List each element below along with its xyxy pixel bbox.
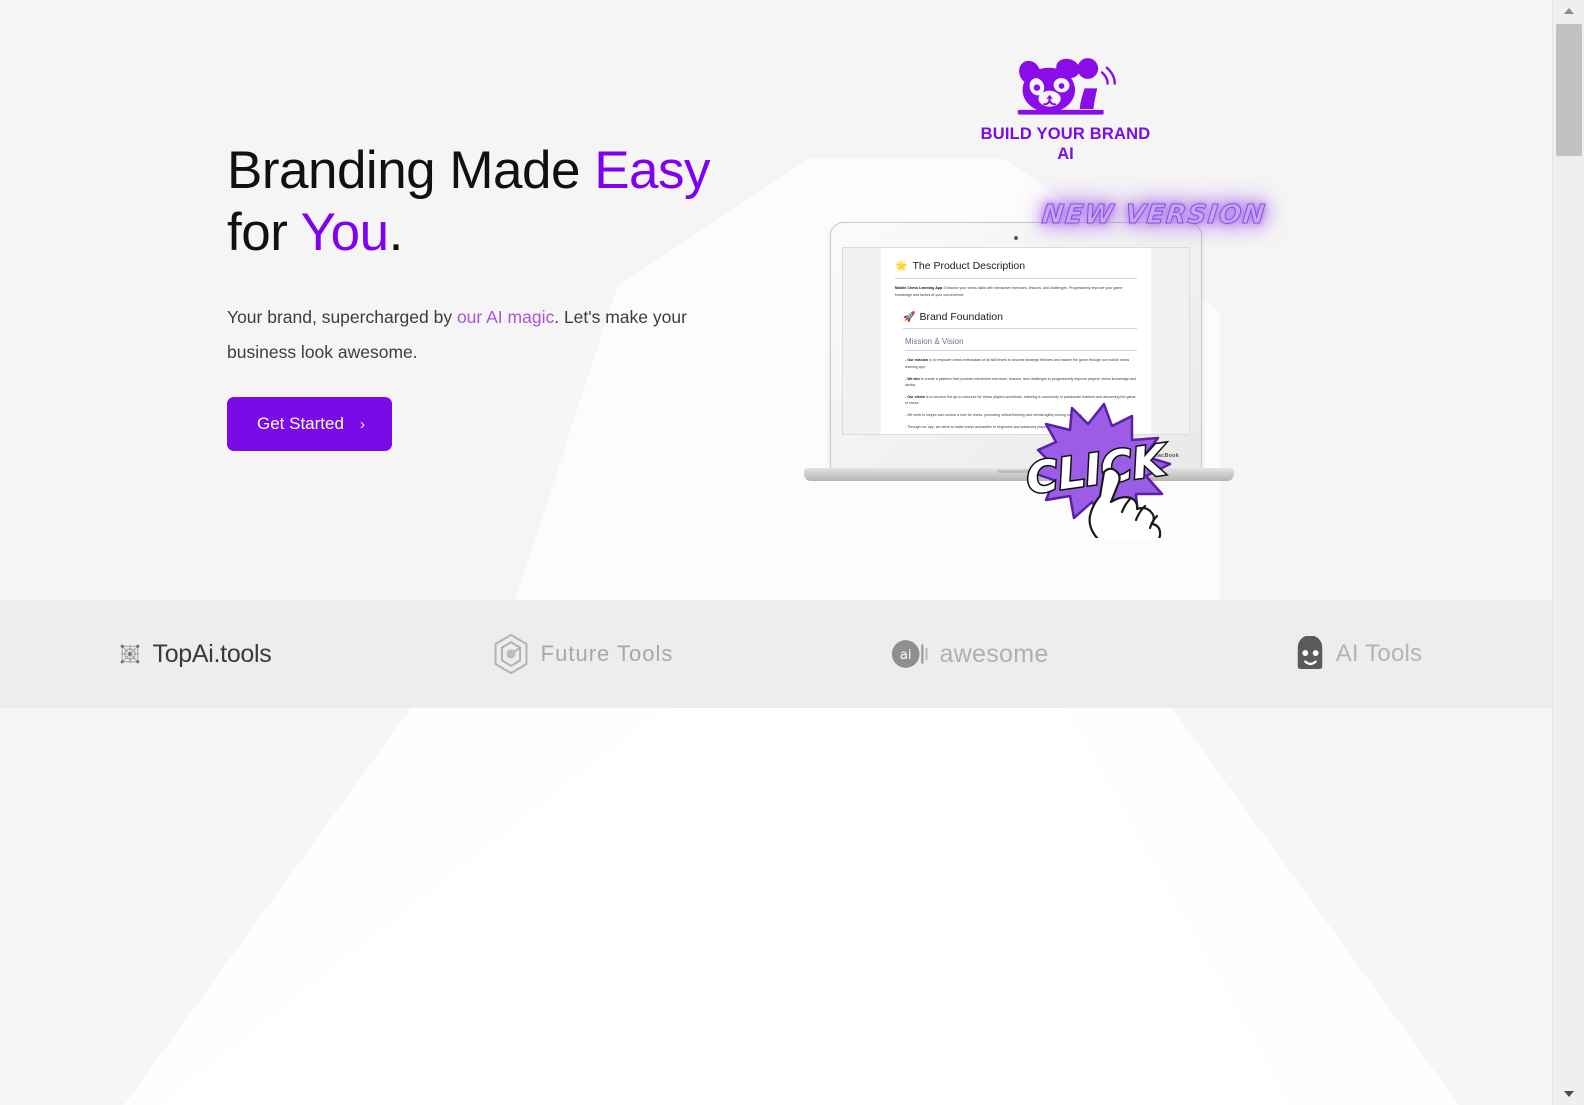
network-nodes-icon bbox=[120, 644, 139, 664]
hero-subtext: Your brand, supercharged by our AI magic… bbox=[227, 300, 717, 370]
robot-head-icon bbox=[1297, 636, 1322, 670]
doc-bullet: - We aim to create a platform that provi… bbox=[905, 376, 1137, 389]
scroll-up-button[interactable] bbox=[1553, 0, 1584, 22]
rocket-emoji-icon: 🚀 bbox=[903, 311, 916, 323]
doc-bullet-bold: - We aim bbox=[905, 376, 920, 381]
partner-name: TopAi.tools bbox=[152, 639, 272, 668]
partner-name: Future Tools bbox=[540, 641, 674, 666]
headline-period: . bbox=[388, 203, 404, 262]
doc-title-text: The Product Description bbox=[912, 260, 1026, 272]
doc-bullet-bold: - Our vision bbox=[905, 394, 925, 399]
partner-logos-strip: TopAi.tools Future Tools ai awesome AI T… bbox=[0, 600, 1552, 708]
hexagon-icon bbox=[494, 633, 528, 675]
vertical-scrollbar[interactable] bbox=[1552, 0, 1584, 1105]
doc-section-text: Brand Foundation bbox=[919, 311, 1003, 324]
doc-intro-bold: Mobile Chess Learning App: bbox=[895, 286, 944, 290]
doc-title: 🌟 The Product Description bbox=[895, 260, 1137, 272]
partner-logo-topai-tools[interactable]: TopAi.tools bbox=[0, 640, 388, 669]
divider bbox=[905, 350, 1137, 352]
lower-background-funnel-right bbox=[0, 708, 1552, 1105]
click-callout: CLICK bbox=[1020, 398, 1190, 552]
scrollbar-thumb[interactable] bbox=[1556, 24, 1582, 156]
ai-circle-badge-icon: ai bbox=[892, 640, 928, 668]
partner-logo-future-tools[interactable]: Future Tools bbox=[388, 632, 776, 676]
scroll-up-arrow-icon bbox=[1564, 8, 1574, 14]
doc-bullet-bold: - Our mission bbox=[905, 358, 929, 363]
get-started-label: Get Started bbox=[257, 414, 344, 433]
doc-section-title: 🚀 Brand Foundation bbox=[903, 311, 1137, 323]
get-started-button[interactable]: Get Started › bbox=[227, 397, 392, 451]
doc-bullet-text: is to empower chess enthusiasts of all s… bbox=[905, 358, 1130, 369]
partner-name: awesome bbox=[939, 639, 1049, 668]
partner-name: AI Tools bbox=[1335, 640, 1423, 667]
partner-logo-awesome[interactable]: ai awesome bbox=[776, 637, 1164, 671]
panda-mascot-icon bbox=[1017, 58, 1116, 115]
svg-text:ai: ai bbox=[900, 648, 912, 663]
subtext-lead: Your brand, supercharged by bbox=[227, 307, 457, 327]
divider bbox=[895, 278, 1137, 279]
ai-magic-link[interactable]: our AI magic bbox=[457, 307, 554, 327]
chevron-right-icon: › bbox=[359, 415, 365, 433]
headline-text-1: Branding Made bbox=[227, 141, 595, 200]
star-emoji-icon: 🌟 bbox=[895, 260, 908, 272]
hero-section: Branding Made Easy for You. Your brand, … bbox=[0, 0, 1552, 600]
brand-logo-line2: AI bbox=[1057, 145, 1074, 164]
scroll-down-button[interactable] bbox=[1553, 1083, 1584, 1105]
webcam-icon bbox=[1014, 236, 1018, 240]
doc-subsection-title: Mission & Vision bbox=[905, 337, 964, 347]
divider bbox=[903, 328, 1137, 330]
headline-accent-easy: Easy bbox=[594, 141, 711, 200]
doc-bullet: - Our mission is to empower chess enthus… bbox=[905, 357, 1137, 370]
brand-logo[interactable]: BUILD YOUR BRAND AI bbox=[978, 55, 1153, 164]
headline-accent-you: You bbox=[300, 203, 389, 262]
brand-logo-line1: BUILD YOUR BRAND bbox=[980, 125, 1151, 143]
page-viewport: Branding Made Easy for You. Your brand, … bbox=[0, 0, 1552, 1105]
doc-bullet-text: to create a platform that provides inter… bbox=[905, 376, 1136, 388]
new-version-badge: NEW VERSION bbox=[1040, 200, 1268, 231]
headline-text-2: for bbox=[227, 203, 301, 262]
scroll-down-arrow-icon bbox=[1564, 1091, 1574, 1097]
page-title: Branding Made Easy for You. bbox=[227, 140, 847, 264]
partner-logo-ai-tools[interactable]: AI Tools bbox=[1164, 636, 1552, 672]
doc-intro: Mobile Chess Learning App: Enhance your … bbox=[895, 285, 1137, 298]
